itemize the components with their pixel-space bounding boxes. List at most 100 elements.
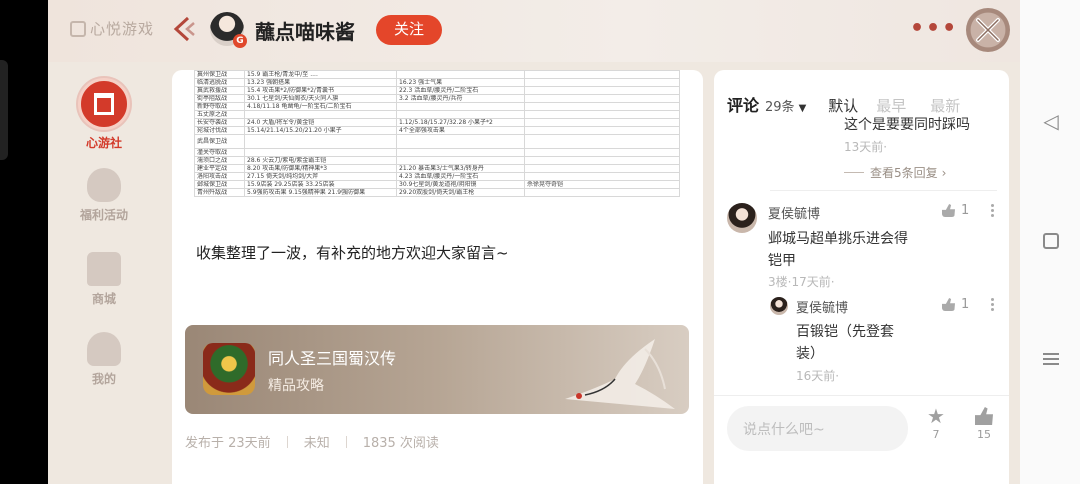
comment-input[interactable]: 说点什么吧~ [727, 406, 908, 451]
table-cell [396, 70, 525, 79]
gift-bag-icon [87, 168, 121, 202]
table-cell [524, 188, 680, 197]
meta-divider [345, 435, 347, 448]
game-subtitle: 精品攻略 [268, 378, 324, 394]
sidebar-item-label: 心游社 [85, 136, 122, 150]
screenshot-table-image[interactable]: 冀州保卫战 15.9 霸王枪/青龙中/至 .... 临清逃脱战 13.23 强朝搭果 1… [194, 70, 680, 212]
caret-down-icon[interactable]: ▼ [799, 103, 807, 114]
table-cell [244, 148, 397, 157]
table-cell: 4个全部强攻击果 [396, 126, 525, 135]
comments-count-dropdown[interactable]: 29条 [765, 96, 795, 115]
table-cell [524, 110, 680, 119]
table-row: 长安夺袭战 24.0 大盾/将军令/黄金铠 1.12/5.18/15.27/32.2… [194, 118, 680, 127]
comment-divider [770, 190, 997, 191]
table-cell: 新野夺取战 [194, 102, 245, 111]
strategy-table: 冀州保卫战 15.9 霸王枪/青龙中/至 .... 临清逃脱战 13.23 强朝搭果 1… [194, 70, 680, 197]
comments-title: 评论 [727, 96, 760, 115]
sidebar-item-label: 福利活动 [79, 208, 128, 222]
table-cell: 青州歼敌战 [194, 188, 245, 197]
author-avatar[interactable]: G [210, 12, 247, 48]
like-count: 1 [961, 203, 970, 218]
comments-header: 评论 29条 ▼ 默认 最早 最新 [727, 92, 1002, 116]
table-cell: 杀徐晃夺奇铠 [524, 180, 680, 189]
system-home-button[interactable] [1040, 230, 1062, 252]
table-cell [524, 126, 680, 135]
table-cell: 潼关夺取战 [194, 148, 245, 157]
table-cell: 24.0 大盾/将军令/黄金铠 [244, 118, 397, 127]
table-cell: 冀武救援战 [194, 86, 245, 95]
commenter-avatar[interactable] [727, 203, 757, 233]
thumbs-up-icon [942, 298, 955, 311]
brand-name: 心悦游戏 [90, 20, 155, 38]
thumbs-button[interactable]: 15 [967, 404, 1001, 441]
close-button[interactable] [966, 8, 1010, 52]
table-row: 冀武救援战 15.4 攻击果*2/防御果*2/青囊书 22.3 活血草/腰灵丹/二阶… [194, 86, 680, 95]
screen-notch [0, 60, 8, 160]
table-cell: 22.3 活血草/腰灵丹/二阶宝石 [396, 86, 525, 95]
table-cell [524, 118, 680, 127]
table-cell: 1.12/5.18/15.27/32.28 小果子*2 [396, 118, 525, 127]
favorite-button[interactable]: ★ 7 [919, 404, 953, 441]
app-window: 心悦游戏 G 蘸点喵味酱 关注 ••• 心游社 福利活动 商城 我的 冀州保卫战… [48, 0, 1020, 484]
table-cell [396, 110, 525, 119]
divider-dash [844, 172, 864, 173]
table-cell: 15.14/21.14/15.20/21.20 小果子 [244, 126, 397, 135]
reply-more-button[interactable] [991, 296, 995, 313]
comment-meta: 3楼·17天前· [768, 275, 835, 289]
table-cell: 冀州保卫战 [194, 70, 245, 79]
brand-logo: 心悦游戏 [70, 18, 154, 39]
comment-more-button[interactable] [991, 202, 995, 219]
table-cell: 15.9店装 29.25店装 33.25店装 [244, 180, 397, 189]
table-row: 武昌保卫战 [194, 134, 680, 149]
table-cell [244, 134, 397, 149]
square-icon [1043, 233, 1059, 249]
table-cell: 濡须口之战 [194, 156, 245, 165]
table-cell: 29.20双股剑/倚天剑/霸王枪 [396, 188, 525, 197]
post-location: 未知 [303, 436, 330, 451]
system-back-button[interactable]: ◁ [1040, 110, 1062, 132]
table-cell [396, 156, 525, 165]
table-cell: 8.20 攻击果/防御果/精神果*3 [244, 164, 397, 173]
game-card[interactable]: 同人圣三国蜀汉传 精品攻略 [185, 325, 689, 414]
more-options-button[interactable]: ••• [910, 18, 958, 40]
table-row: 建业平定战 8.20 攻击果/防御果/精神果*3 21.20 暴击果3/士气果3/转… [194, 164, 680, 173]
sidebar-item-community[interactable]: 心游社 [66, 78, 142, 151]
post-time: 发布于 23天前 [185, 436, 271, 451]
table-cell [524, 102, 680, 111]
sort-latest[interactable]: 最新 [930, 95, 960, 116]
table-cell: 4.18/11.18 龟凿龟/一阶宝石/二阶宝石 [244, 102, 397, 111]
thumbs-count: 15 [977, 428, 991, 441]
sidebar-item-label: 商城 [91, 292, 116, 306]
table-cell [524, 134, 680, 149]
reply-like-count: 1 [961, 297, 970, 312]
follow-button[interactable]: 关注 [376, 15, 442, 45]
article-card: 冀州保卫战 15.9 霸王枪/青龙中/至 .... 临清逃脱战 13.23 强朝搭果 1… [172, 70, 703, 484]
table-cell: 28.6 火云刀/紫电/紫金霸王铠 [244, 156, 397, 165]
sidebar-item-shop[interactable]: 商城 [66, 252, 142, 307]
sort-earliest[interactable]: 最早 [876, 95, 906, 116]
sidebar-item-me[interactable]: 我的 [66, 332, 142, 387]
commenter-name[interactable]: 夏侯毓博 [768, 203, 820, 222]
view-more-replies-link[interactable]: 查看5条回复 › [844, 164, 946, 181]
like-button[interactable]: 1 [942, 203, 969, 218]
table-row: 青州歼敌战 5.9强防攻击果 9.15强精神果 21.9强防御果 29.20双股剑/… [194, 188, 680, 197]
comment-text-line2: 铠甲 [768, 253, 796, 269]
table-cell: 宛城讨伐战 [194, 126, 245, 135]
sidebar-item-welfare[interactable]: 福利活动 [66, 168, 142, 223]
table-cell [396, 134, 525, 149]
author-name[interactable]: 蘸点喵味酱 [255, 16, 355, 45]
left-sidebar: 心游社 福利活动 商城 我的 [48, 62, 160, 484]
meta-divider [286, 435, 288, 448]
table-cell: 街亭阻敌战 [194, 94, 245, 103]
reply-author-name[interactable]: 夏侯毓博 [796, 297, 848, 316]
table-row: 邺城保卫战 15.9店装 29.25店装 33.25店装 30.9七星剑/黄龙道袍/… [194, 180, 680, 189]
reply-like-button[interactable]: 1 [942, 297, 969, 312]
table-cell: 30.1 七星剑/天仙阁衣/天火同人旗 [244, 94, 397, 103]
sort-default[interactable]: 默认 [828, 95, 858, 116]
reply-avatar[interactable] [770, 297, 788, 315]
table-cell [524, 70, 680, 79]
view-more-label: 查看5条回复 [870, 166, 938, 180]
game-icon [203, 343, 255, 395]
back-button[interactable] [170, 14, 198, 44]
system-menu-button[interactable] [1040, 350, 1062, 372]
